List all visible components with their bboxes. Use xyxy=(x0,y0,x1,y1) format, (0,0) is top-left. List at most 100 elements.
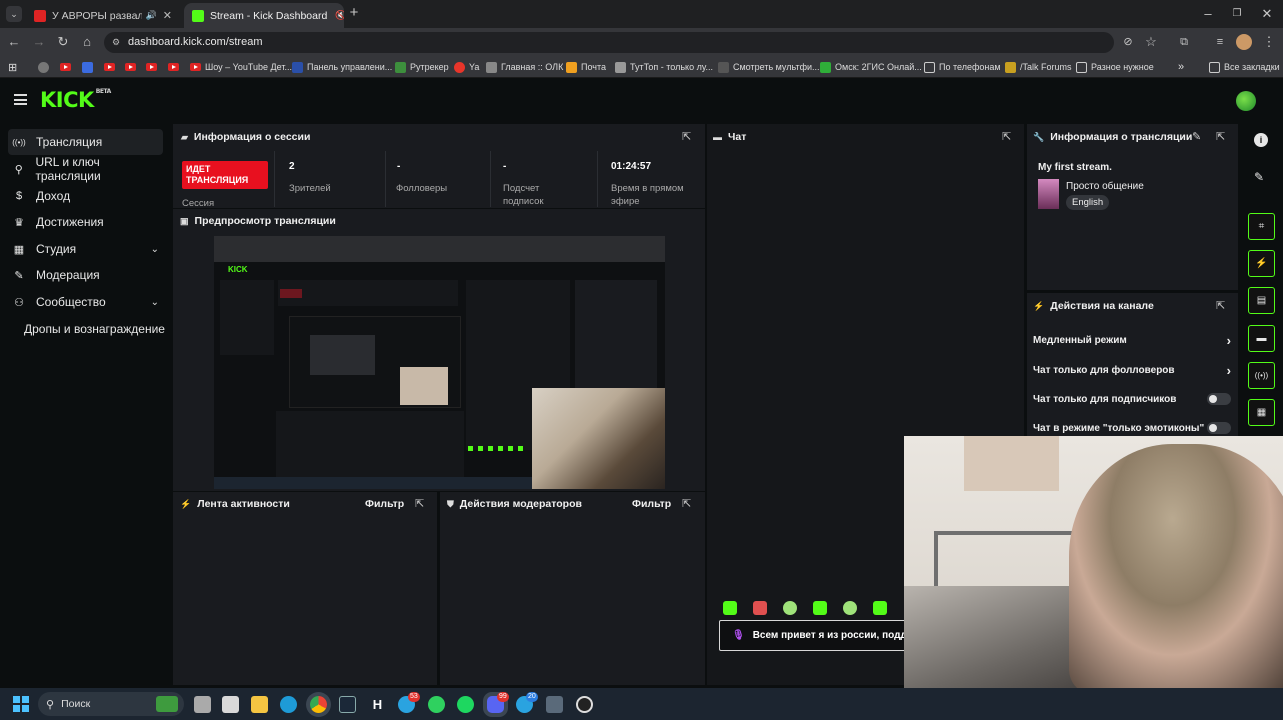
emote-icon[interactable] xyxy=(873,601,887,615)
activity-filter-button[interactable]: Фильтр xyxy=(365,498,404,510)
no-tracking-icon[interactable]: ⊘ xyxy=(1120,34,1136,50)
bookmark-yt-5[interactable] xyxy=(168,59,179,75)
chrome-icon[interactable] xyxy=(310,696,327,713)
url-input[interactable]: ⚙ dashboard.kick.com/stream xyxy=(104,32,1114,53)
slow-mode-row[interactable]: Медленный режим › xyxy=(1033,330,1231,350)
store-icon[interactable] xyxy=(222,696,239,713)
stream-preview-video[interactable]: KICK xyxy=(214,236,665,489)
sidebar-item-drops[interactable]: Дропы и вознаграждение xyxy=(24,316,169,342)
sidebar-item-income[interactable]: $ Доход xyxy=(8,183,163,209)
new-tab-button[interactable]: + xyxy=(346,5,362,21)
chevron-right-icon[interactable]: › xyxy=(1227,363,1231,378)
emote-only-toggle[interactable] xyxy=(1207,422,1231,434)
bookmark-misc[interactable]: Разное нужное xyxy=(1076,59,1154,75)
tab-search-icon[interactable]: ⌄ xyxy=(6,6,22,22)
bookmark-talk[interactable]: /Talk Forums xyxy=(1005,59,1072,75)
kick-logo[interactable]: KICK BETA xyxy=(40,88,111,112)
bookmark-tuttop[interactable]: ТутТоп - только лу... xyxy=(615,59,713,75)
popout-icon[interactable]: ⇱ xyxy=(1216,299,1225,312)
tab-kick-dashboard[interactable]: Stream - Kick Dashboard 🔇 ✕ xyxy=(184,3,344,28)
hamburger-menu-icon[interactable] xyxy=(14,94,27,105)
quick-action-screenshot-button[interactable]: ⌗ xyxy=(1248,213,1275,240)
h-app-icon[interactable]: H xyxy=(369,696,386,713)
bookmark-yt-2[interactable] xyxy=(104,59,115,75)
emote-icon[interactable] xyxy=(813,601,827,615)
bookmark-yt-3[interactable] xyxy=(125,59,136,75)
bookmark-star-icon[interactable]: ☆ xyxy=(1143,34,1159,50)
edit-pencil-icon[interactable]: ✎ xyxy=(1192,130,1201,143)
sidebar-item-moderation[interactable]: ✎ Модерация xyxy=(8,262,163,288)
steam-icon[interactable] xyxy=(339,696,356,713)
followers-only-row[interactable]: Чат только для фолловеров › xyxy=(1033,360,1231,380)
sidebar-item-url-key[interactable]: ⚲ URL и ключ трансляции xyxy=(8,155,163,183)
back-icon[interactable]: ← xyxy=(6,34,22,50)
mod-filter-button[interactable]: Фильтр xyxy=(632,498,671,510)
bookmark-olk[interactable]: Главная :: ОЛК xyxy=(486,59,563,75)
sidebar-item-achievements[interactable]: ♛ Достижения xyxy=(8,209,163,235)
bookmark-shou[interactable]: Шоу – YouTube Дет... xyxy=(190,59,292,75)
bookmark-mult[interactable]: Смотреть мультфи... xyxy=(718,59,820,75)
all-bookmarks[interactable]: Все закладки xyxy=(1209,59,1280,75)
tab-aurora[interactable]: У АВРОРЫ развалилось Кэ 🔊 ✕ xyxy=(26,3,180,28)
extensions-icon[interactable]: ⧉ xyxy=(1176,34,1192,50)
popout-icon[interactable]: ⇱ xyxy=(1002,130,1011,143)
sidebar-item-stream[interactable]: ((•)) Трансляция xyxy=(8,129,163,155)
maximize-icon[interactable]: ❐ xyxy=(1229,6,1245,22)
chevron-down-icon[interactable]: ⌄ xyxy=(151,297,159,308)
emote-icon[interactable] xyxy=(753,601,767,615)
sidebar-item-community[interactable]: ⚇ Сообщество ⌄ xyxy=(8,289,163,315)
windows-start-icon[interactable] xyxy=(13,696,29,712)
emote-icon[interactable] xyxy=(843,601,857,615)
forward-icon[interactable]: → xyxy=(31,34,47,50)
spotify-icon[interactable] xyxy=(457,696,474,713)
popout-icon[interactable]: ⇱ xyxy=(682,497,691,510)
taskbar-search-box[interactable]: ⚲ Поиск xyxy=(38,692,184,716)
site-info-icon[interactable]: ⚙ xyxy=(112,32,120,53)
obs-icon[interactable] xyxy=(576,696,593,713)
popout-icon[interactable]: ⇱ xyxy=(682,130,691,143)
home-icon[interactable]: ⌂ xyxy=(79,34,95,50)
close-window-icon[interactable]: ✕ xyxy=(1259,6,1275,22)
bookmark-yt-4[interactable] xyxy=(146,59,157,75)
calculator-icon[interactable] xyxy=(546,696,563,713)
browser-menu-icon[interactable]: ⋮ xyxy=(1261,34,1277,50)
bookmark-2gis[interactable]: Омск: 2ГИС Онлай... xyxy=(820,59,922,75)
quick-action-bolt-button[interactable]: ⚡ xyxy=(1248,250,1275,277)
mute-icon[interactable]: 🔇 xyxy=(335,10,344,21)
edit-layout-icon[interactable]: ✎ xyxy=(1254,170,1264,184)
subscribers-only-toggle[interactable] xyxy=(1207,393,1231,405)
quick-action-clip-button[interactable]: ▦ xyxy=(1248,399,1275,426)
profile-avatar-icon[interactable] xyxy=(1236,34,1252,50)
bookmark-2[interactable] xyxy=(82,59,97,75)
bookmark-yt-1[interactable] xyxy=(60,59,71,75)
reload-icon[interactable]: ↻ xyxy=(55,34,71,50)
popout-icon[interactable]: ⇱ xyxy=(1216,130,1225,143)
chevron-right-icon[interactable]: › xyxy=(1227,333,1231,348)
close-tab-icon[interactable]: ✕ xyxy=(157,9,172,22)
bookmark-rutracker[interactable]: Рутрекер xyxy=(395,59,449,75)
bookmark-panel[interactable]: Панель управлени... xyxy=(292,59,392,75)
minimize-icon[interactable]: – xyxy=(1200,6,1216,22)
info-icon[interactable]: i xyxy=(1254,133,1268,147)
sidebar-item-studio[interactable]: ▦ Студия ⌄ xyxy=(8,236,163,262)
whatsapp-icon[interactable] xyxy=(428,696,445,713)
popout-icon[interactable]: ⇱ xyxy=(415,497,424,510)
speaker-icon[interactable]: 🔊 xyxy=(146,10,157,21)
bookmark-globe[interactable] xyxy=(38,59,53,75)
media-control-icon[interactable]: ≡ xyxy=(1212,34,1228,50)
emote-icon[interactable] xyxy=(783,601,797,615)
file-explorer-icon[interactable] xyxy=(251,696,268,713)
bookmarks-more-button[interactable]: » xyxy=(1178,59,1184,75)
bookmark-ya[interactable]: Ya xyxy=(454,59,479,75)
bookmark-phones[interactable]: По телефонам xyxy=(924,59,1001,75)
user-avatar[interactable] xyxy=(1236,91,1256,111)
quick-action-chat-button[interactable]: ▬ xyxy=(1248,325,1275,352)
task-view-icon[interactable] xyxy=(194,696,211,713)
edge-icon[interactable] xyxy=(280,696,297,713)
apps-icon[interactable]: ⊞ xyxy=(8,59,17,75)
chevron-down-icon[interactable]: ⌄ xyxy=(151,244,159,255)
emote-icon[interactable] xyxy=(723,601,737,615)
quick-action-notes-button[interactable]: ▤ xyxy=(1248,287,1275,314)
bookmark-mail[interactable]: Почта xyxy=(566,59,606,75)
quick-action-broadcast-button[interactable]: ((•)) xyxy=(1248,362,1275,389)
